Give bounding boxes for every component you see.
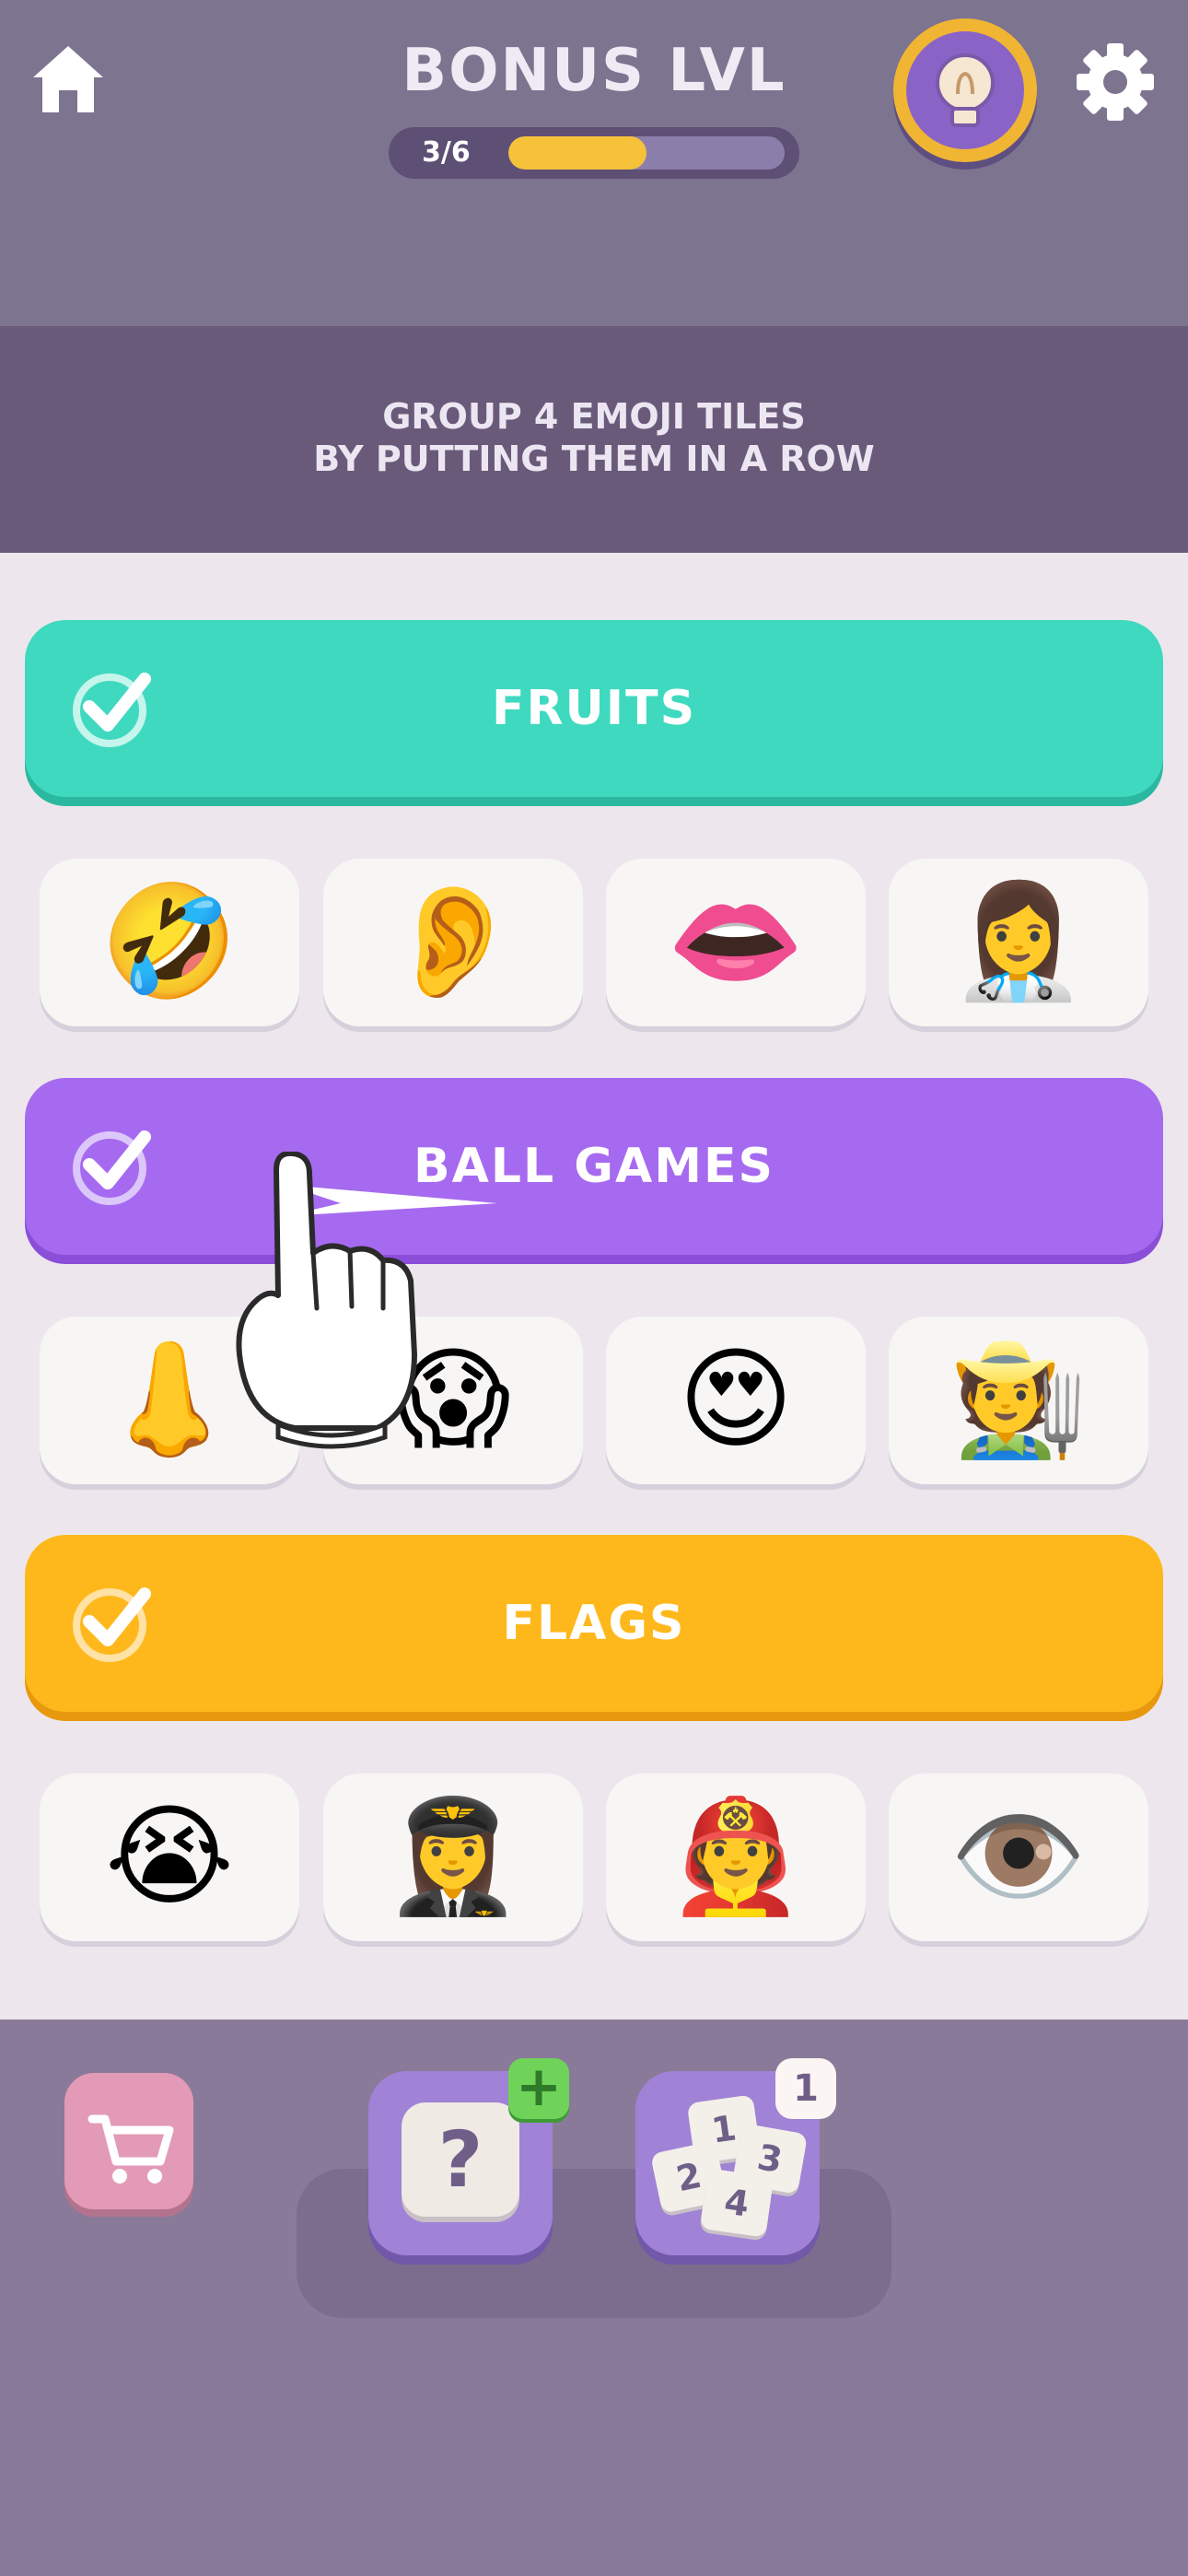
emoji-tile[interactable]: 👄 <box>606 859 866 1026</box>
number-card: 4 <box>699 2168 775 2238</box>
progress-track <box>508 136 785 170</box>
emoji-tile[interactable]: 👂 <box>323 859 583 1026</box>
emoji-tile[interactable]: 😍 <box>606 1317 866 1484</box>
emoji: 🧑‍🌾 <box>949 1336 1088 1464</box>
cart-icon <box>87 2114 174 2184</box>
category-bar-flags[interactable]: FLAGS <box>25 1535 1163 1712</box>
question-mark: ? <box>437 2114 483 2205</box>
category-label: FRUITS <box>491 681 697 736</box>
progress-fill <box>508 136 646 170</box>
category-bar-ball-games[interactable]: BALL GAMES <box>25 1078 1163 1255</box>
emoji: 👩‍✈️ <box>384 1793 522 1921</box>
powerup-count-badge: 1 <box>775 2058 836 2119</box>
emoji-tile[interactable]: 🤣 <box>40 859 299 1026</box>
plus-icon: + <box>515 2055 563 2119</box>
emoji-tile[interactable]: 🧑‍🚒 <box>606 1774 866 1941</box>
progress-text: 3/6 <box>422 136 471 169</box>
add-powerup-badge[interactable]: + <box>508 2058 569 2119</box>
emoji: 👁️ <box>949 1793 1088 1921</box>
emoji: 👂 <box>384 878 522 1006</box>
powerup-count: 1 <box>793 2067 819 2110</box>
emoji: 👄 <box>667 878 805 1006</box>
emoji: 😍 <box>678 1336 794 1464</box>
category-label: BALL GAMES <box>413 1139 775 1194</box>
emoji: 😭 <box>104 1793 235 1921</box>
question-card: ? <box>402 2102 519 2217</box>
instruction-line-1: GROUP 4 EMOJI TILES <box>382 396 806 437</box>
hint-button[interactable] <box>893 18 1037 162</box>
emoji: 👩‍⚕️ <box>949 878 1088 1006</box>
emoji-tile[interactable]: 🧑‍🌾 <box>889 1317 1148 1484</box>
instruction-line-2: BY PUTTING THEM IN A ROW <box>313 439 875 479</box>
emoji-tile[interactable]: 👁️ <box>889 1774 1148 1941</box>
emoji-tile[interactable]: 👩‍✈️ <box>323 1774 583 1941</box>
hint-button-face <box>906 31 1024 149</box>
lightbulb-icon <box>936 53 995 127</box>
emoji: 🧑‍🚒 <box>667 1793 805 1921</box>
gear-icon <box>1077 43 1154 121</box>
instructions-banner: GROUP 4 EMOJI TILES BY PUTTING THEM IN A… <box>0 326 1188 553</box>
pointing-hand-icon <box>236 1152 417 1449</box>
emoji-tile[interactable]: 👩‍⚕️ <box>889 859 1148 1026</box>
settings-button[interactable] <box>1074 41 1157 123</box>
emoji-tile[interactable]: 😭 <box>40 1774 299 1941</box>
category-label: FLAGS <box>502 1596 686 1651</box>
category-bar-fruits[interactable]: FRUITS <box>25 620 1163 797</box>
number: 4 <box>721 2181 752 2225</box>
level-progress: 3/6 <box>389 127 799 179</box>
emoji: 🤣 <box>100 878 239 1006</box>
shop-button[interactable] <box>64 2073 193 2209</box>
